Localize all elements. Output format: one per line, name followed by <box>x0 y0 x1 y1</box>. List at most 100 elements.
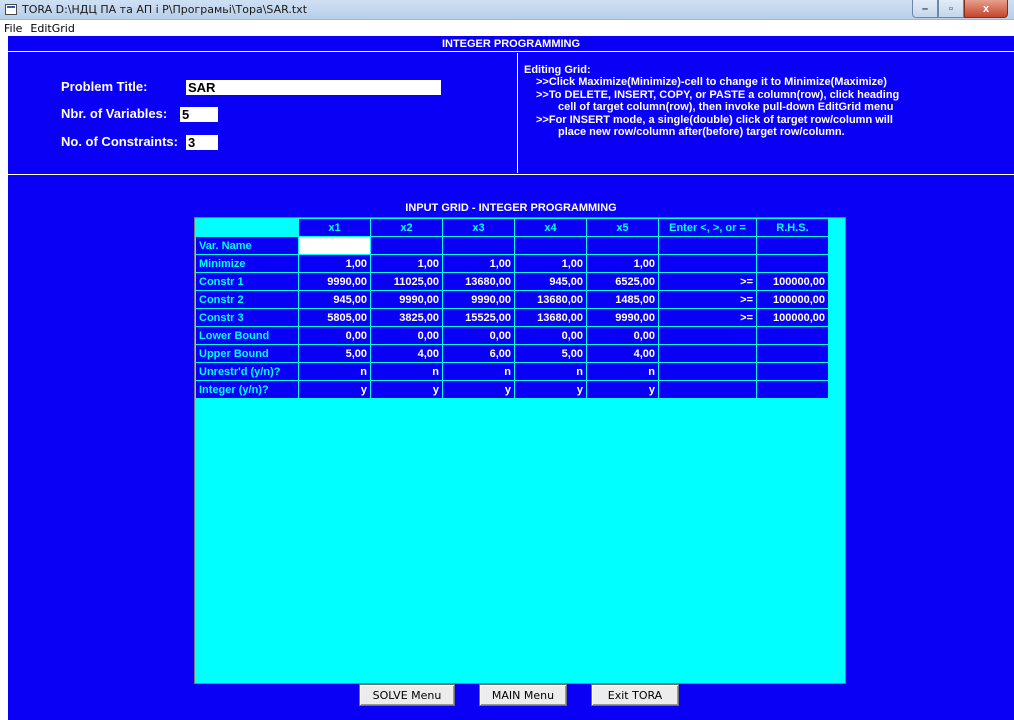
grid-cell[interactable]: n <box>298 362 371 381</box>
sign-cell[interactable]: >= <box>658 290 757 309</box>
row-header[interactable]: Unrestr'd (y/n)? <box>195 362 299 381</box>
column-header-x2[interactable]: x2 <box>370 218 443 237</box>
grid-cell[interactable]: 5,00 <box>514 344 587 363</box>
grid-cell[interactable] <box>586 236 659 255</box>
grid-cell[interactable]: 0,00 <box>298 326 371 345</box>
grid-cell[interactable]: 0,00 <box>586 326 659 345</box>
grid-cell[interactable]: n <box>442 362 515 381</box>
grid-cell[interactable]: y <box>370 380 443 399</box>
problem-title-input[interactable]: SAR <box>186 80 441 95</box>
sign-cell[interactable] <box>658 236 757 255</box>
close-button[interactable]: x <box>964 0 1008 18</box>
row-header[interactable]: Upper Bound <box>195 344 299 363</box>
grid-row: Integer (y/n)? y y y y y <box>195 380 829 399</box>
rhs-cell[interactable] <box>756 254 829 273</box>
main-menu-button[interactable]: MAIN Menu <box>479 684 567 706</box>
menu-file[interactable]: File <box>4 22 22 35</box>
help-line: >>For INSERT mode, a single(double) clic… <box>536 113 893 126</box>
solve-menu-button[interactable]: SOLVE Menu <box>359 684 455 706</box>
rhs-cell[interactable]: 100000,00 <box>756 290 829 309</box>
sign-cell[interactable]: >= <box>658 272 757 291</box>
nbr-variables-input[interactable]: 5 <box>180 107 218 122</box>
rhs-cell[interactable] <box>756 362 829 381</box>
sign-cell[interactable] <box>658 380 757 399</box>
grid-cell[interactable]: 9990,00 <box>442 290 515 309</box>
grid-cell[interactable]: 1,00 <box>370 254 443 273</box>
rhs-cell[interactable] <box>756 380 829 399</box>
grid-cell[interactable]: 9990,00 <box>298 272 371 291</box>
help-heading: Editing Grid: <box>524 64 591 76</box>
row-header[interactable]: Var. Name <box>195 236 299 255</box>
grid-cell[interactable]: 1,00 <box>514 254 587 273</box>
grid-cell[interactable]: y <box>298 380 371 399</box>
row-header[interactable]: Minimize <box>195 254 299 273</box>
column-header-x1[interactable]: x1 <box>298 218 371 237</box>
maximize-button[interactable]: ▫ <box>938 0 964 18</box>
grid-cell[interactable]: 1,00 <box>298 254 371 273</box>
grid-cell[interactable]: 1,00 <box>442 254 515 273</box>
help-line: place new row/column after(before) targe… <box>558 126 845 139</box>
menu-editgrid[interactable]: EditGrid <box>30 22 74 35</box>
column-header-rhs[interactable]: R.H.S. <box>756 218 829 237</box>
grid-cell[interactable]: 6,00 <box>442 344 515 363</box>
grid-cell[interactable]: 1,00 <box>586 254 659 273</box>
grid-cell[interactable]: 3825,00 <box>370 308 443 327</box>
grid-cell[interactable]: 15525,00 <box>442 308 515 327</box>
grid-cell[interactable]: y <box>514 380 587 399</box>
grid-cell[interactable]: 6525,00 <box>586 272 659 291</box>
grid-cell[interactable]: 9990,00 <box>586 308 659 327</box>
grid-row: Var. Name <box>195 236 829 255</box>
grid-cell[interactable]: y <box>442 380 515 399</box>
row-header[interactable]: Lower Bound <box>195 326 299 345</box>
sign-cell[interactable] <box>658 362 757 381</box>
rhs-cell[interactable]: 100000,00 <box>756 272 829 291</box>
grid-corner-cell <box>195 218 299 237</box>
row-header[interactable]: Constr 3 <box>195 308 299 327</box>
grid-cell[interactable]: 5,00 <box>298 344 371 363</box>
grid-cell[interactable]: y <box>586 380 659 399</box>
grid-cell[interactable] <box>514 236 587 255</box>
column-header-sign[interactable]: Enter <, >, or = <box>658 218 757 237</box>
exit-tora-button[interactable]: Exit TORA <box>591 684 679 706</box>
column-header-x5[interactable]: x5 <box>586 218 659 237</box>
help-line: cell of target column(row), then invoke … <box>558 101 894 114</box>
rhs-cell[interactable]: 100000,00 <box>756 308 829 327</box>
grid-cell[interactable] <box>370 236 443 255</box>
nbr-constraints-input[interactable]: 3 <box>186 135 218 150</box>
row-header[interactable]: Integer (y/n)? <box>195 380 299 399</box>
grid-cell[interactable]: 11025,00 <box>370 272 443 291</box>
rhs-cell[interactable] <box>756 344 829 363</box>
grid-cell[interactable]: 0,00 <box>442 326 515 345</box>
grid-cell[interactable]: 5805,00 <box>298 308 371 327</box>
row-header[interactable]: Constr 1 <box>195 272 299 291</box>
sign-cell[interactable]: >= <box>658 308 757 327</box>
grid-cell[interactable]: 13680,00 <box>514 290 587 309</box>
sign-cell[interactable] <box>658 254 757 273</box>
sign-cell[interactable] <box>658 326 757 345</box>
grid-cell[interactable] <box>298 236 371 255</box>
column-header-x4[interactable]: x4 <box>514 218 587 237</box>
grid-cell[interactable]: 0,00 <box>370 326 443 345</box>
title-bar: TORA D:\НДЦ ПА та АП і Р\Програмьі\Тора\… <box>0 0 1014 20</box>
grid-cell[interactable]: 9990,00 <box>370 290 443 309</box>
grid-cell[interactable]: 13680,00 <box>514 308 587 327</box>
grid-cell[interactable] <box>442 236 515 255</box>
grid-cell[interactable]: 0,00 <box>514 326 587 345</box>
rhs-cell[interactable] <box>756 326 829 345</box>
minimize-button[interactable]: – <box>912 0 938 18</box>
grid-cell[interactable]: 4,00 <box>586 344 659 363</box>
grid-cell[interactable]: 945,00 <box>298 290 371 309</box>
grid-cell[interactable]: 13680,00 <box>442 272 515 291</box>
grid-cell[interactable]: 945,00 <box>514 272 587 291</box>
grid-cell[interactable]: 4,00 <box>370 344 443 363</box>
grid-cell[interactable]: 1485,00 <box>586 290 659 309</box>
sign-cell[interactable] <box>658 344 757 363</box>
grid-cell[interactable]: n <box>514 362 587 381</box>
editing-help: Editing Grid: >>Click Maximize(Minimize)… <box>524 64 1004 138</box>
column-header-x3[interactable]: x3 <box>442 218 515 237</box>
rhs-cell[interactable] <box>756 236 829 255</box>
grid-cell[interactable]: n <box>370 362 443 381</box>
row-header[interactable]: Constr 2 <box>195 290 299 309</box>
section-title: INTEGER PROGRAMMING <box>8 36 1014 52</box>
grid-cell[interactable]: n <box>586 362 659 381</box>
